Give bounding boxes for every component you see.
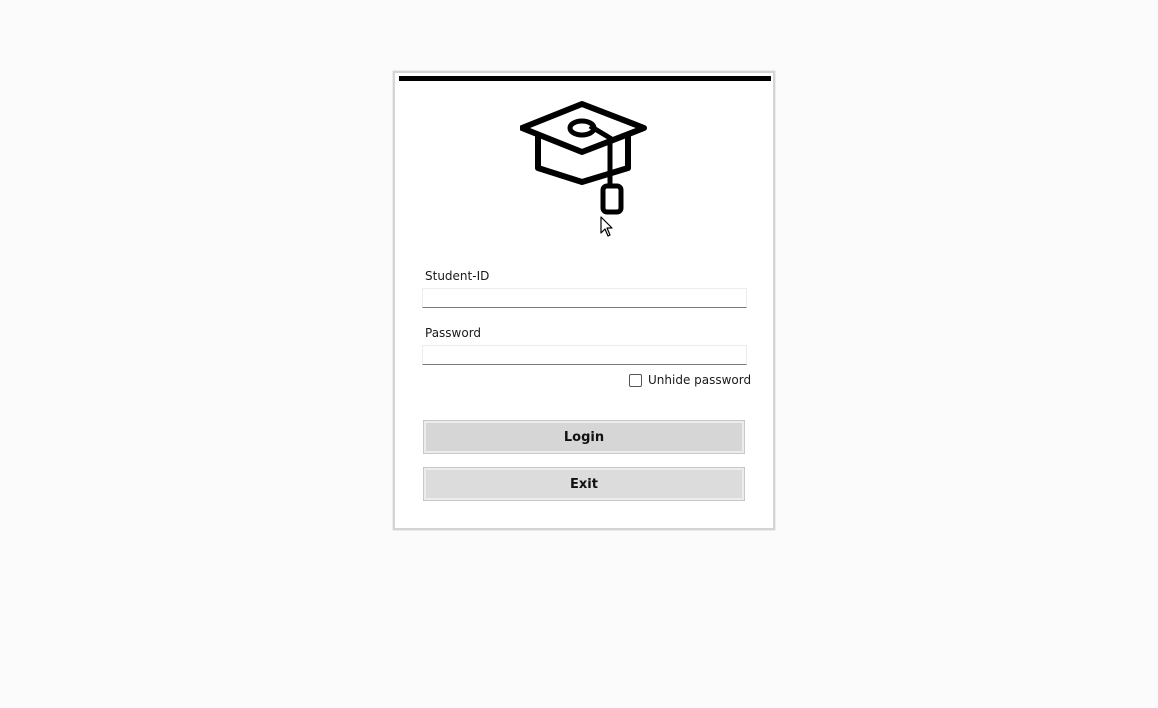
student-id-input[interactable] (422, 288, 747, 308)
exit-button[interactable]: Exit (423, 467, 745, 501)
login-button[interactable]: Login (423, 420, 745, 454)
window-top-bar (399, 76, 771, 81)
graduation-cap-icon (520, 101, 647, 215)
unhide-password-label: Unhide password (648, 373, 752, 387)
unhide-password-toggle[interactable]: Unhide password (629, 373, 751, 387)
login-window: Student-ID Password Unhide password Logi… (393, 71, 775, 530)
password-label: Password (425, 326, 482, 340)
student-id-label: Student-ID (425, 269, 490, 283)
unhide-password-checkbox[interactable] (629, 373, 642, 387)
mouse-cursor-icon (600, 216, 613, 237)
password-input[interactable] (422, 345, 747, 365)
